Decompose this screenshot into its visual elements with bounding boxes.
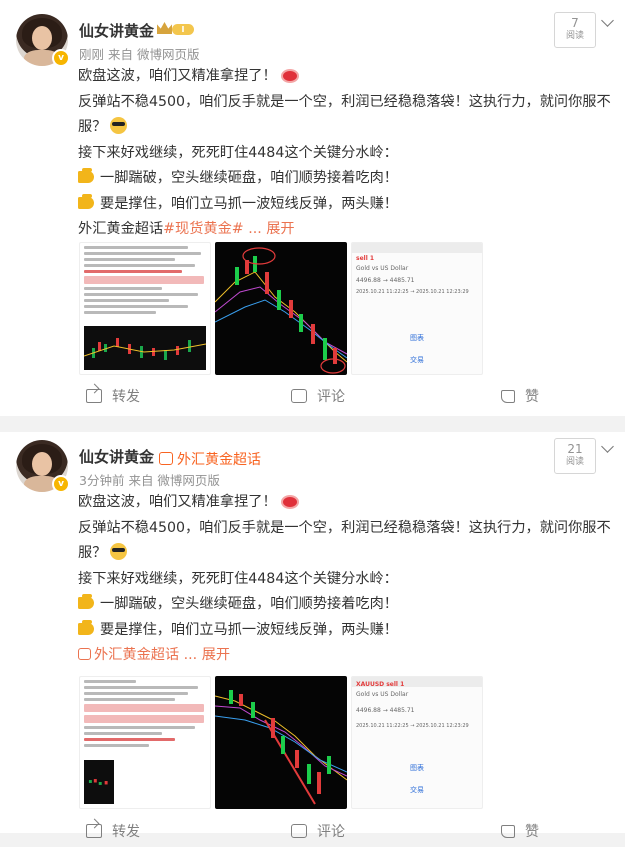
verified-icon: v	[52, 475, 70, 493]
comment-icon	[291, 389, 307, 403]
pointing-hand-icon	[78, 168, 94, 183]
repost-button[interactable]: 转发	[86, 817, 140, 847]
verified-icon: v	[52, 49, 70, 67]
post-time[interactable]: 3分钟前	[79, 473, 124, 488]
post-source: 来自 微博网页版	[128, 473, 220, 488]
post-text: 欧盘这波，咱们又精准拿捏了！ 反弹站不稳4500，咱们反手就是一个空，利润已经稳…	[78, 494, 611, 663]
mini-candle-chart	[84, 326, 206, 370]
super-topic-link[interactable]: 外汇黄金超话	[78, 221, 163, 237]
super-topic-icon	[159, 452, 173, 465]
pointing-hand-icon	[78, 594, 94, 609]
author-name[interactable]: 仙女讲黄金	[79, 446, 154, 467]
like-button[interactable]: 赞	[501, 817, 539, 847]
post-card: v 仙女讲黄金 I 刚刚 来自 微博网页版 7 阅读 欧盘这波，咱们又精准拿捏了…	[0, 6, 625, 416]
expand-link[interactable]: ... 展开	[184, 647, 230, 663]
share-icon	[86, 389, 102, 403]
repost-button[interactable]: 转发	[86, 382, 140, 412]
thumbs-up-icon	[501, 825, 515, 838]
super-topic-icon	[78, 648, 91, 660]
read-count-box: 7 阅读	[554, 12, 596, 48]
action-bar: 转发 评论 赞	[0, 817, 625, 847]
share-icon	[86, 824, 102, 838]
thumbs-up-icon	[501, 390, 515, 403]
super-topic-link[interactable]: 外汇黄金超话	[78, 647, 179, 663]
sunglasses-emoji-icon	[110, 543, 128, 560]
chevron-down-icon[interactable]	[601, 440, 614, 453]
mini-candle-chart	[84, 760, 114, 804]
hashtag-link[interactable]: #现货黄金#	[163, 221, 244, 237]
expand-link[interactable]: ... 展开	[248, 221, 294, 237]
chevron-down-icon[interactable]	[601, 14, 614, 27]
post-text: 欧盘这波，咱们又精准拿捏了！ 反弹站不稳4500，咱们反手就是一个空，利润已经稳…	[78, 68, 611, 237]
image-thumbnail-gold-chart[interactable]	[215, 676, 347, 809]
post-card: v 仙女讲黄金 外汇黄金超话 3分钟前 来自 微博网页版 21 阅读 欧盘这波，…	[0, 432, 625, 840]
pointing-hand-icon	[78, 193, 94, 209]
like-button[interactable]: 赞	[501, 382, 539, 412]
author-name[interactable]: 仙女讲黄金	[79, 20, 154, 41]
post-meta: 刚刚 来自 微博网页版	[79, 44, 199, 63]
super-topic-badge[interactable]: 外汇黄金超话	[159, 449, 261, 469]
read-count-box: 21 阅读	[554, 438, 596, 474]
action-bar: 转发 评论 赞	[0, 382, 625, 412]
image-thumbnail-analysis-doc[interactable]	[79, 676, 211, 809]
pointing-hand-icon	[78, 619, 94, 635]
loading-dots	[262, 0, 342, 12]
image-thumbnail-gold-chart[interactable]	[215, 242, 347, 375]
post-source: 来自 微博网页版	[108, 47, 200, 62]
comment-button[interactable]: 评论	[291, 817, 345, 847]
comment-icon	[291, 824, 307, 838]
post-time[interactable]: 刚刚	[79, 47, 104, 62]
image-thumbnail-trade-app[interactable]: XAUUSD sell 1 Gold vs US Dollar 4496.88 …	[351, 676, 483, 809]
meat-emoji-icon	[280, 69, 299, 83]
sunglasses-emoji-icon	[110, 117, 128, 134]
image-thumbnail-trade-app[interactable]: sell 1 Gold vs US Dollar 4496.88 → 4485.…	[351, 242, 483, 375]
comment-button[interactable]: 评论	[291, 382, 345, 412]
member-crown-icon[interactable]: I	[157, 21, 195, 37]
post-meta: 3分钟前 来自 微博网页版	[79, 470, 220, 489]
image-thumbnail-analysis-doc[interactable]	[79, 242, 211, 375]
meat-emoji-icon	[280, 495, 299, 509]
